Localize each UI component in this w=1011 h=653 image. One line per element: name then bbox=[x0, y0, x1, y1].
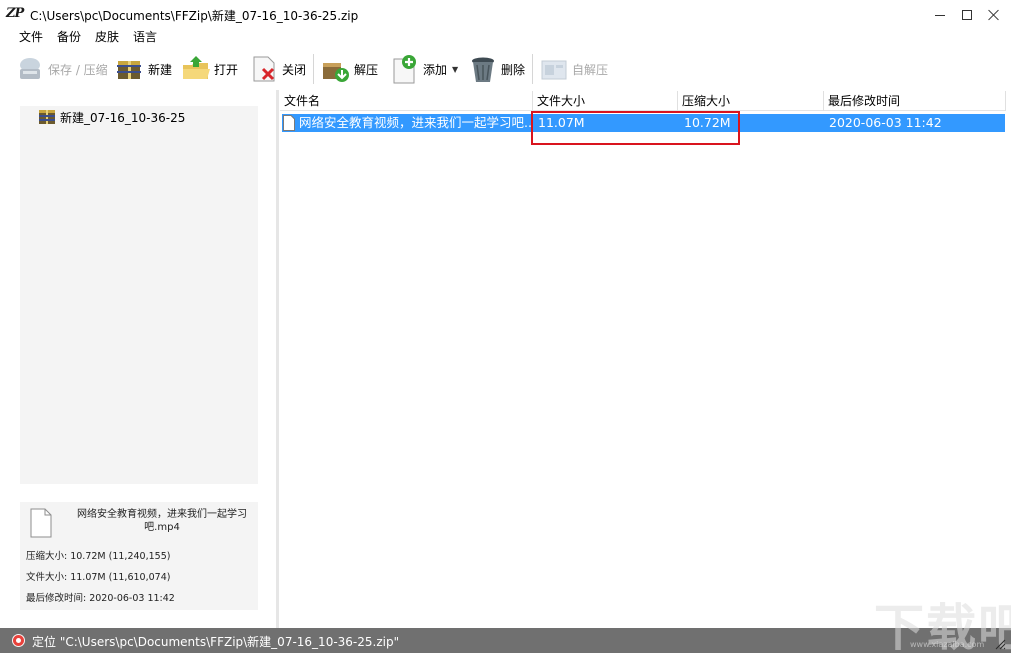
add-file-icon bbox=[393, 55, 416, 84]
menu-bar: 文件 备份 皮肤 语言 bbox=[0, 28, 164, 48]
toolbar-separator bbox=[532, 54, 533, 84]
close-archive-button[interactable]: 关闭 bbox=[248, 50, 306, 88]
add-button[interactable]: 添加 ▼ bbox=[389, 50, 458, 88]
minimize-icon bbox=[935, 14, 945, 16]
open-button[interactable]: 打开 bbox=[180, 50, 238, 88]
minimize-button[interactable] bbox=[925, 0, 955, 30]
extract-label: 解压 bbox=[354, 62, 379, 77]
new-label: 新建 bbox=[148, 62, 173, 77]
column-header-name[interactable]: 文件名 bbox=[280, 91, 533, 111]
table-row[interactable]: 网络安全教育视频，进来我们一起学习吧.... 11.07M 10.72M 202… bbox=[282, 114, 1005, 132]
column-header-size[interactable]: 文件大小 bbox=[533, 91, 678, 111]
trash-bin-icon bbox=[472, 57, 494, 82]
menu-skin[interactable]: 皮肤 bbox=[88, 28, 126, 48]
cell-compressed-size: 10.72M bbox=[684, 115, 731, 130]
save-compress-icon bbox=[20, 58, 40, 79]
tree-item-root[interactable]: 新建_07-16_10-36-25 bbox=[39, 108, 185, 126]
list-header: 文件名 文件大小 压缩大小 最后修改时间 bbox=[280, 91, 1006, 111]
column-header-compressed[interactable]: 压缩大小 bbox=[678, 91, 824, 111]
archive-tree: 新建_07-16_10-36-25 bbox=[20, 106, 258, 484]
extract-button[interactable]: 解压 bbox=[320, 50, 378, 88]
file-list: 文件名 文件大小 压缩大小 最后修改时间 网络安全教育视频，进来我们一起学习吧.… bbox=[280, 90, 1011, 628]
toolbar-separator bbox=[313, 54, 314, 84]
menu-language[interactable]: 语言 bbox=[126, 28, 164, 48]
close-archive-label: 关闭 bbox=[282, 62, 307, 77]
new-button[interactable]: 新建 bbox=[114, 50, 172, 88]
close-file-icon bbox=[253, 56, 275, 82]
tree-item-label: 新建_07-16_10-36-25 bbox=[60, 110, 186, 125]
status-text: 定位 "C:\Users\pc\Documents\FFZip\新建_07-16… bbox=[32, 635, 400, 649]
maximize-button[interactable] bbox=[952, 0, 982, 30]
app-logo-icon: ZP bbox=[6, 6, 24, 21]
save-compress-button[interactable]: 保存 / 压缩 bbox=[14, 50, 108, 88]
self-extract-button[interactable]: 自解压 bbox=[538, 50, 608, 88]
menu-backup[interactable]: 备份 bbox=[50, 28, 88, 48]
add-label: 添加 bbox=[423, 62, 448, 77]
extract-icon bbox=[323, 63, 349, 82]
info-compressed-size: 压缩大小: 10.72M (11,240,155) bbox=[26, 551, 171, 562]
info-filename: 网络安全教育视频，进来我们一起学习吧.mp4 bbox=[77, 509, 247, 533]
column-header-modified[interactable]: 最后修改时间 bbox=[824, 91, 1006, 111]
left-panel: 新建_07-16_10-36-25 网络安全教育视频，进来我们一起学习吧.mp4… bbox=[0, 90, 276, 628]
panel-splitter[interactable] bbox=[276, 90, 279, 628]
document-icon bbox=[30, 508, 52, 538]
self-extract-label: 自解压 bbox=[572, 62, 609, 77]
status-bar: 定位 "C:\Users\pc\Documents\FFZip\新建_07-16… bbox=[0, 628, 1011, 653]
open-label: 打开 bbox=[214, 62, 239, 77]
cell-file-size: 11.07M bbox=[538, 115, 585, 130]
toolbar: 保存 / 压缩 新建 打开 关闭 解压 添加 ▼ 删除 自解压 bbox=[0, 48, 1011, 90]
close-icon bbox=[988, 9, 1000, 21]
cell-modified-time: 2020-06-03 11:42 bbox=[829, 115, 942, 130]
delete-label: 删除 bbox=[501, 62, 526, 77]
open-folder-icon bbox=[183, 56, 210, 79]
add-dropdown-arrow-icon[interactable]: ▼ bbox=[452, 65, 458, 74]
info-file-size: 文件大小: 11.07M (11,610,074) bbox=[26, 572, 171, 583]
info-modified-time: 最后修改时间: 2020-06-03 11:42 bbox=[26, 593, 175, 604]
delete-button[interactable]: 删除 bbox=[467, 50, 525, 88]
new-archive-icon bbox=[117, 61, 141, 79]
file-info-panel: 网络安全教育视频，进来我们一起学习吧.mp4 压缩大小: 10.72M (11,… bbox=[20, 502, 258, 610]
window-title: C:\Users\pc\Documents\FFZip\新建_07-16_10-… bbox=[30, 9, 359, 23]
title-bar: ZP C:\Users\pc\Documents\FFZip\新建_07-16_… bbox=[0, 0, 1011, 30]
resize-grip-icon[interactable] bbox=[994, 638, 1006, 650]
zip-archive-icon bbox=[39, 110, 55, 124]
save-compress-label: 保存 / 压缩 bbox=[48, 62, 108, 77]
self-extract-icon bbox=[541, 60, 567, 80]
menu-file[interactable]: 文件 bbox=[12, 28, 50, 48]
locate-icon bbox=[12, 634, 25, 647]
file-icon bbox=[283, 115, 295, 131]
close-window-button[interactable] bbox=[979, 0, 1009, 30]
cell-file-name: 网络安全教育视频，进来我们一起学习吧.... bbox=[299, 115, 531, 130]
maximize-icon bbox=[962, 10, 972, 20]
